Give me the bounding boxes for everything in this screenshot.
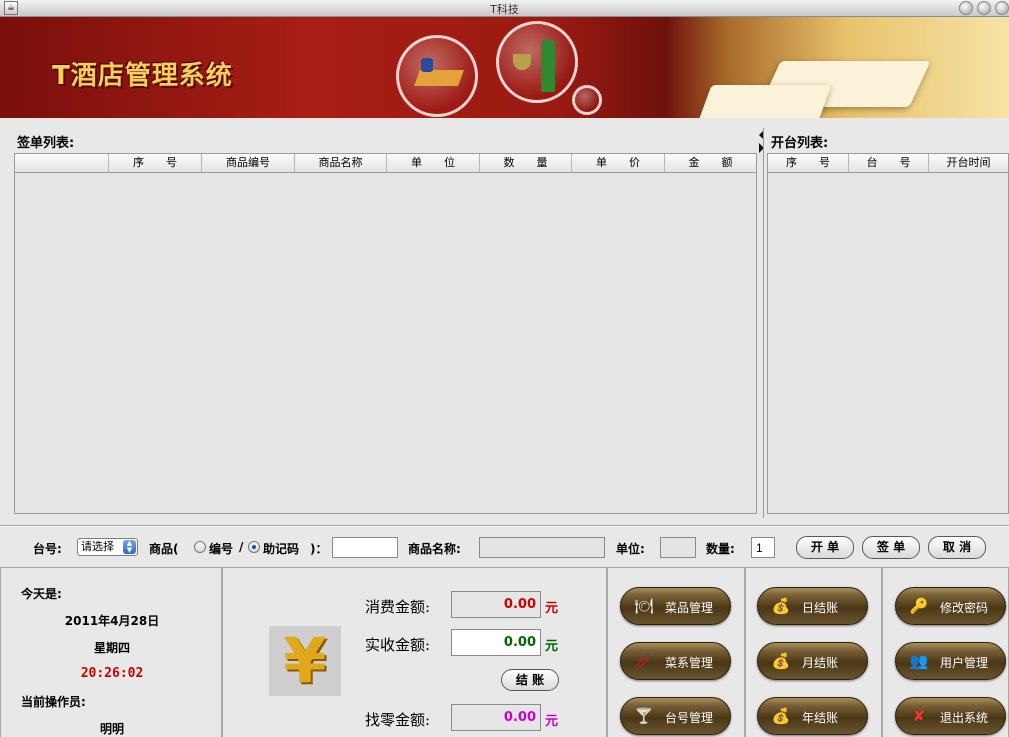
consume-unit: 元	[545, 601, 559, 616]
table-management-button[interactable]: 🍸 台号管理	[620, 697, 731, 735]
user-management-button[interactable]: 👥 用户管理	[895, 642, 1006, 680]
qty-label: 数量:	[706, 542, 735, 556]
exit-system-label: 退出系统	[940, 711, 989, 725]
change-amount: 0.00	[451, 704, 541, 731]
dining-table-icon	[396, 35, 478, 117]
yearly-bill-icon: 💰	[771, 707, 791, 725]
col-unit[interactable]: 单 位	[387, 154, 480, 172]
users-icon: 👥	[909, 652, 929, 670]
current-date: 2011年4月28日	[64, 614, 160, 628]
radio-help-label: 助记码	[263, 542, 300, 556]
order-list-table[interactable]: 序 号 商品编号 商品名称 单 位 数 量 单 价 金 额	[14, 153, 757, 514]
slash-label: /	[239, 540, 244, 554]
col-table-no[interactable]: 台 号	[849, 154, 929, 172]
dish-icon: 🍽	[634, 597, 654, 615]
yuan-icon: ¥	[269, 626, 341, 696]
close-paren-label: )：	[310, 542, 328, 556]
col-qty[interactable]: 数 量	[480, 154, 572, 172]
table-list-table[interactable]: 序 号 台 号 开台时间	[767, 153, 1009, 514]
exit-icon: ✘	[912, 707, 926, 725]
operator-name: 明明	[99, 722, 124, 736]
checkout-panel: ¥ 消费金额: 0.00 元 实收金额: 0.00 元 结 账 找零金额: 0.…	[222, 567, 607, 737]
split-divider[interactable]	[763, 128, 764, 518]
col-seq[interactable]: 序 号	[768, 154, 849, 172]
today-label: 今天是:	[21, 587, 62, 601]
change-password-label: 修改密码	[940, 601, 989, 615]
daily-bill-button[interactable]: 💰 日结账	[757, 587, 868, 625]
open-order-button[interactable]: 开 单	[796, 536, 854, 559]
header-banner: T酒店管理系统	[0, 17, 1009, 118]
minimize-button[interactable]	[959, 1, 973, 15]
cuisine-icon: 🥢	[634, 652, 654, 670]
change-password-button[interactable]: 🔑 修改密码	[895, 587, 1006, 625]
col-blank[interactable]	[15, 154, 109, 172]
cuisine-management-button[interactable]: 🥢 菜系管理	[620, 642, 731, 680]
table-no-label: 台号:	[33, 542, 62, 556]
col-goods-code[interactable]: 商品编号	[202, 154, 295, 172]
brand-logo: T酒店管理系统	[52, 61, 233, 91]
window-title: T科技	[490, 3, 519, 16]
cuisine-management-label: 菜系管理	[665, 656, 714, 670]
small-bubble-icon	[572, 85, 602, 115]
current-weekday: 星期四	[93, 641, 130, 655]
qty-input[interactable]	[751, 537, 775, 558]
radio-code-label: 编号	[209, 542, 234, 556]
consume-label: 消费金额:	[365, 598, 431, 616]
unit-label: 单位:	[616, 542, 645, 556]
received-amount-input[interactable]: 0.00	[451, 629, 541, 656]
table-management-label: 台号管理	[665, 711, 714, 725]
order-table-header: 序 号 商品编号 商品名称 单 位 数 量 单 价 金 额	[15, 154, 756, 173]
user-management-label: 用户管理	[940, 656, 989, 670]
radio-help-code[interactable]	[248, 541, 260, 553]
daily-bill-label: 日结账	[802, 601, 839, 615]
table-icon: 🍸	[634, 707, 654, 725]
goods-label: 商品(	[149, 542, 179, 556]
goods-name-field	[479, 537, 605, 558]
select-spinner-icon: ▲ ▼	[123, 540, 136, 554]
status-panel: 今天是: 2011年4月28日 星期四 20:26:02 当前操作员: 明明	[0, 567, 222, 737]
wine-bottle-icon	[496, 21, 578, 103]
goods-name-label: 商品名称:	[408, 542, 461, 556]
yearly-bill-button[interactable]: 💰 年结账	[757, 697, 868, 735]
col-open-time[interactable]: 开台时间	[929, 154, 1008, 172]
operator-label: 当前操作员:	[21, 695, 86, 709]
monthly-bill-label: 月结账	[802, 656, 839, 670]
dish-management-label: 菜品管理	[665, 601, 714, 615]
change-unit: 元	[545, 714, 559, 729]
separator	[0, 525, 1009, 527]
maximize-button[interactable]	[977, 1, 991, 15]
exit-system-button[interactable]: ✘ 退出系统	[895, 697, 1006, 735]
bed-image-2	[698, 85, 832, 118]
unit-field	[660, 537, 696, 558]
order-list-label: 签单列表:	[17, 136, 75, 151]
consume-amount: 0.00	[451, 591, 541, 618]
close-button[interactable]	[995, 1, 1009, 15]
monthly-bill-button[interactable]: 💰 月结账	[757, 642, 868, 680]
daily-bill-icon: 💰	[771, 597, 791, 615]
cancel-button[interactable]: 取 消	[928, 536, 986, 559]
col-price[interactable]: 单 价	[572, 154, 665, 172]
col-amount[interactable]: 金 额	[665, 154, 756, 172]
received-unit: 元	[545, 639, 559, 654]
key-icon: 🔑	[909, 597, 929, 615]
table-list-header: 序 号 台 号 开台时间	[768, 154, 1008, 173]
goods-input[interactable]	[332, 537, 398, 558]
radio-code[interactable]	[194, 541, 206, 553]
window-titlebar: ☕ T科技	[0, 0, 1009, 17]
received-label: 实收金额:	[365, 636, 431, 654]
table-no-select[interactable]: 请选择 ▲ ▼	[77, 538, 138, 556]
current-time: 20:26:02	[80, 666, 144, 681]
dish-management-button[interactable]: 🍽 菜品管理	[620, 587, 731, 625]
table-list-label: 开台列表:	[771, 136, 829, 151]
change-label: 找零金额:	[365, 711, 431, 729]
settle-button[interactable]: 结 账	[501, 669, 559, 691]
col-seq[interactable]: 序 号	[109, 154, 202, 172]
sign-order-button[interactable]: 签 单	[862, 536, 920, 559]
table-no-value: 请选择	[81, 540, 114, 553]
col-goods-name[interactable]: 商品名称	[295, 154, 387, 172]
yearly-bill-label: 年结账	[802, 711, 839, 725]
monthly-bill-icon: 💰	[771, 652, 791, 670]
